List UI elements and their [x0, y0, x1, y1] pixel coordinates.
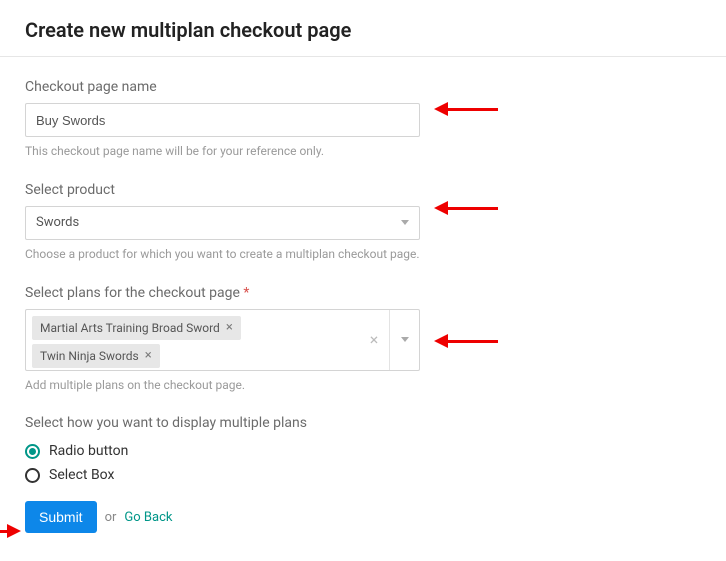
plan-tag-label: Twin Ninja Swords: [40, 349, 139, 363]
chevron-down-icon: [401, 337, 409, 342]
help-select-product: Choose a product for which you want to c…: [25, 246, 420, 263]
remove-tag-icon[interactable]: ×: [226, 321, 233, 334]
label-checkout-name: Checkout page name: [25, 79, 701, 95]
radio-option-select-box[interactable]: Select Box: [25, 467, 701, 483]
field-display-mode: Select how you want to display multiple …: [25, 415, 701, 483]
checkout-name-input[interactable]: [25, 103, 420, 137]
chevron-down-icon: [401, 220, 409, 225]
label-select-plans: Select plans for the checkout page *: [25, 285, 701, 301]
field-select-product: Select product Swords Choose a product f…: [25, 182, 701, 263]
radio-label: Radio button: [49, 443, 128, 459]
plan-tag: Twin Ninja Swords ×: [32, 344, 160, 368]
plans-tags-area[interactable]: Martial Arts Training Broad Sword × Twin…: [26, 310, 359, 370]
plans-dropdown-toggle[interactable]: [389, 310, 419, 370]
or-text: or: [105, 510, 117, 525]
annotation-arrow: [0, 524, 21, 538]
go-back-link[interactable]: Go Back: [124, 510, 172, 525]
plan-tag: Martial Arts Training Broad Sword ×: [32, 316, 241, 340]
page-title: Create new multiplan checkout page: [25, 18, 701, 42]
radio-option-radio-button[interactable]: Radio button: [25, 443, 701, 459]
label-display-mode: Select how you want to display multiple …: [25, 415, 701, 431]
label-select-plans-text: Select plans for the checkout page: [25, 285, 240, 301]
radio-label: Select Box: [49, 467, 114, 483]
plan-tag-label: Martial Arts Training Broad Sword: [40, 321, 220, 335]
required-marker: *: [243, 285, 249, 301]
divider: [0, 56, 726, 57]
field-select-plans: Select plans for the checkout page * Mar…: [25, 285, 701, 394]
submit-button[interactable]: Submit: [25, 501, 97, 533]
clear-all-icon[interactable]: ×: [359, 310, 389, 370]
help-select-plans: Add multiple plans on the checkout page.: [25, 377, 420, 394]
label-select-product: Select product: [25, 182, 701, 198]
product-select[interactable]: Swords: [25, 206, 420, 240]
help-checkout-name: This checkout page name will be for your…: [25, 143, 420, 160]
field-checkout-name: Checkout page name This checkout page na…: [25, 79, 701, 160]
plans-multiselect[interactable]: Martial Arts Training Broad Sword × Twin…: [25, 309, 420, 371]
product-select-value: Swords: [36, 215, 79, 230]
form-actions: Submit or Go Back: [25, 501, 701, 533]
radio-icon: [25, 444, 40, 459]
remove-tag-icon[interactable]: ×: [145, 349, 152, 362]
radio-icon: [25, 468, 40, 483]
